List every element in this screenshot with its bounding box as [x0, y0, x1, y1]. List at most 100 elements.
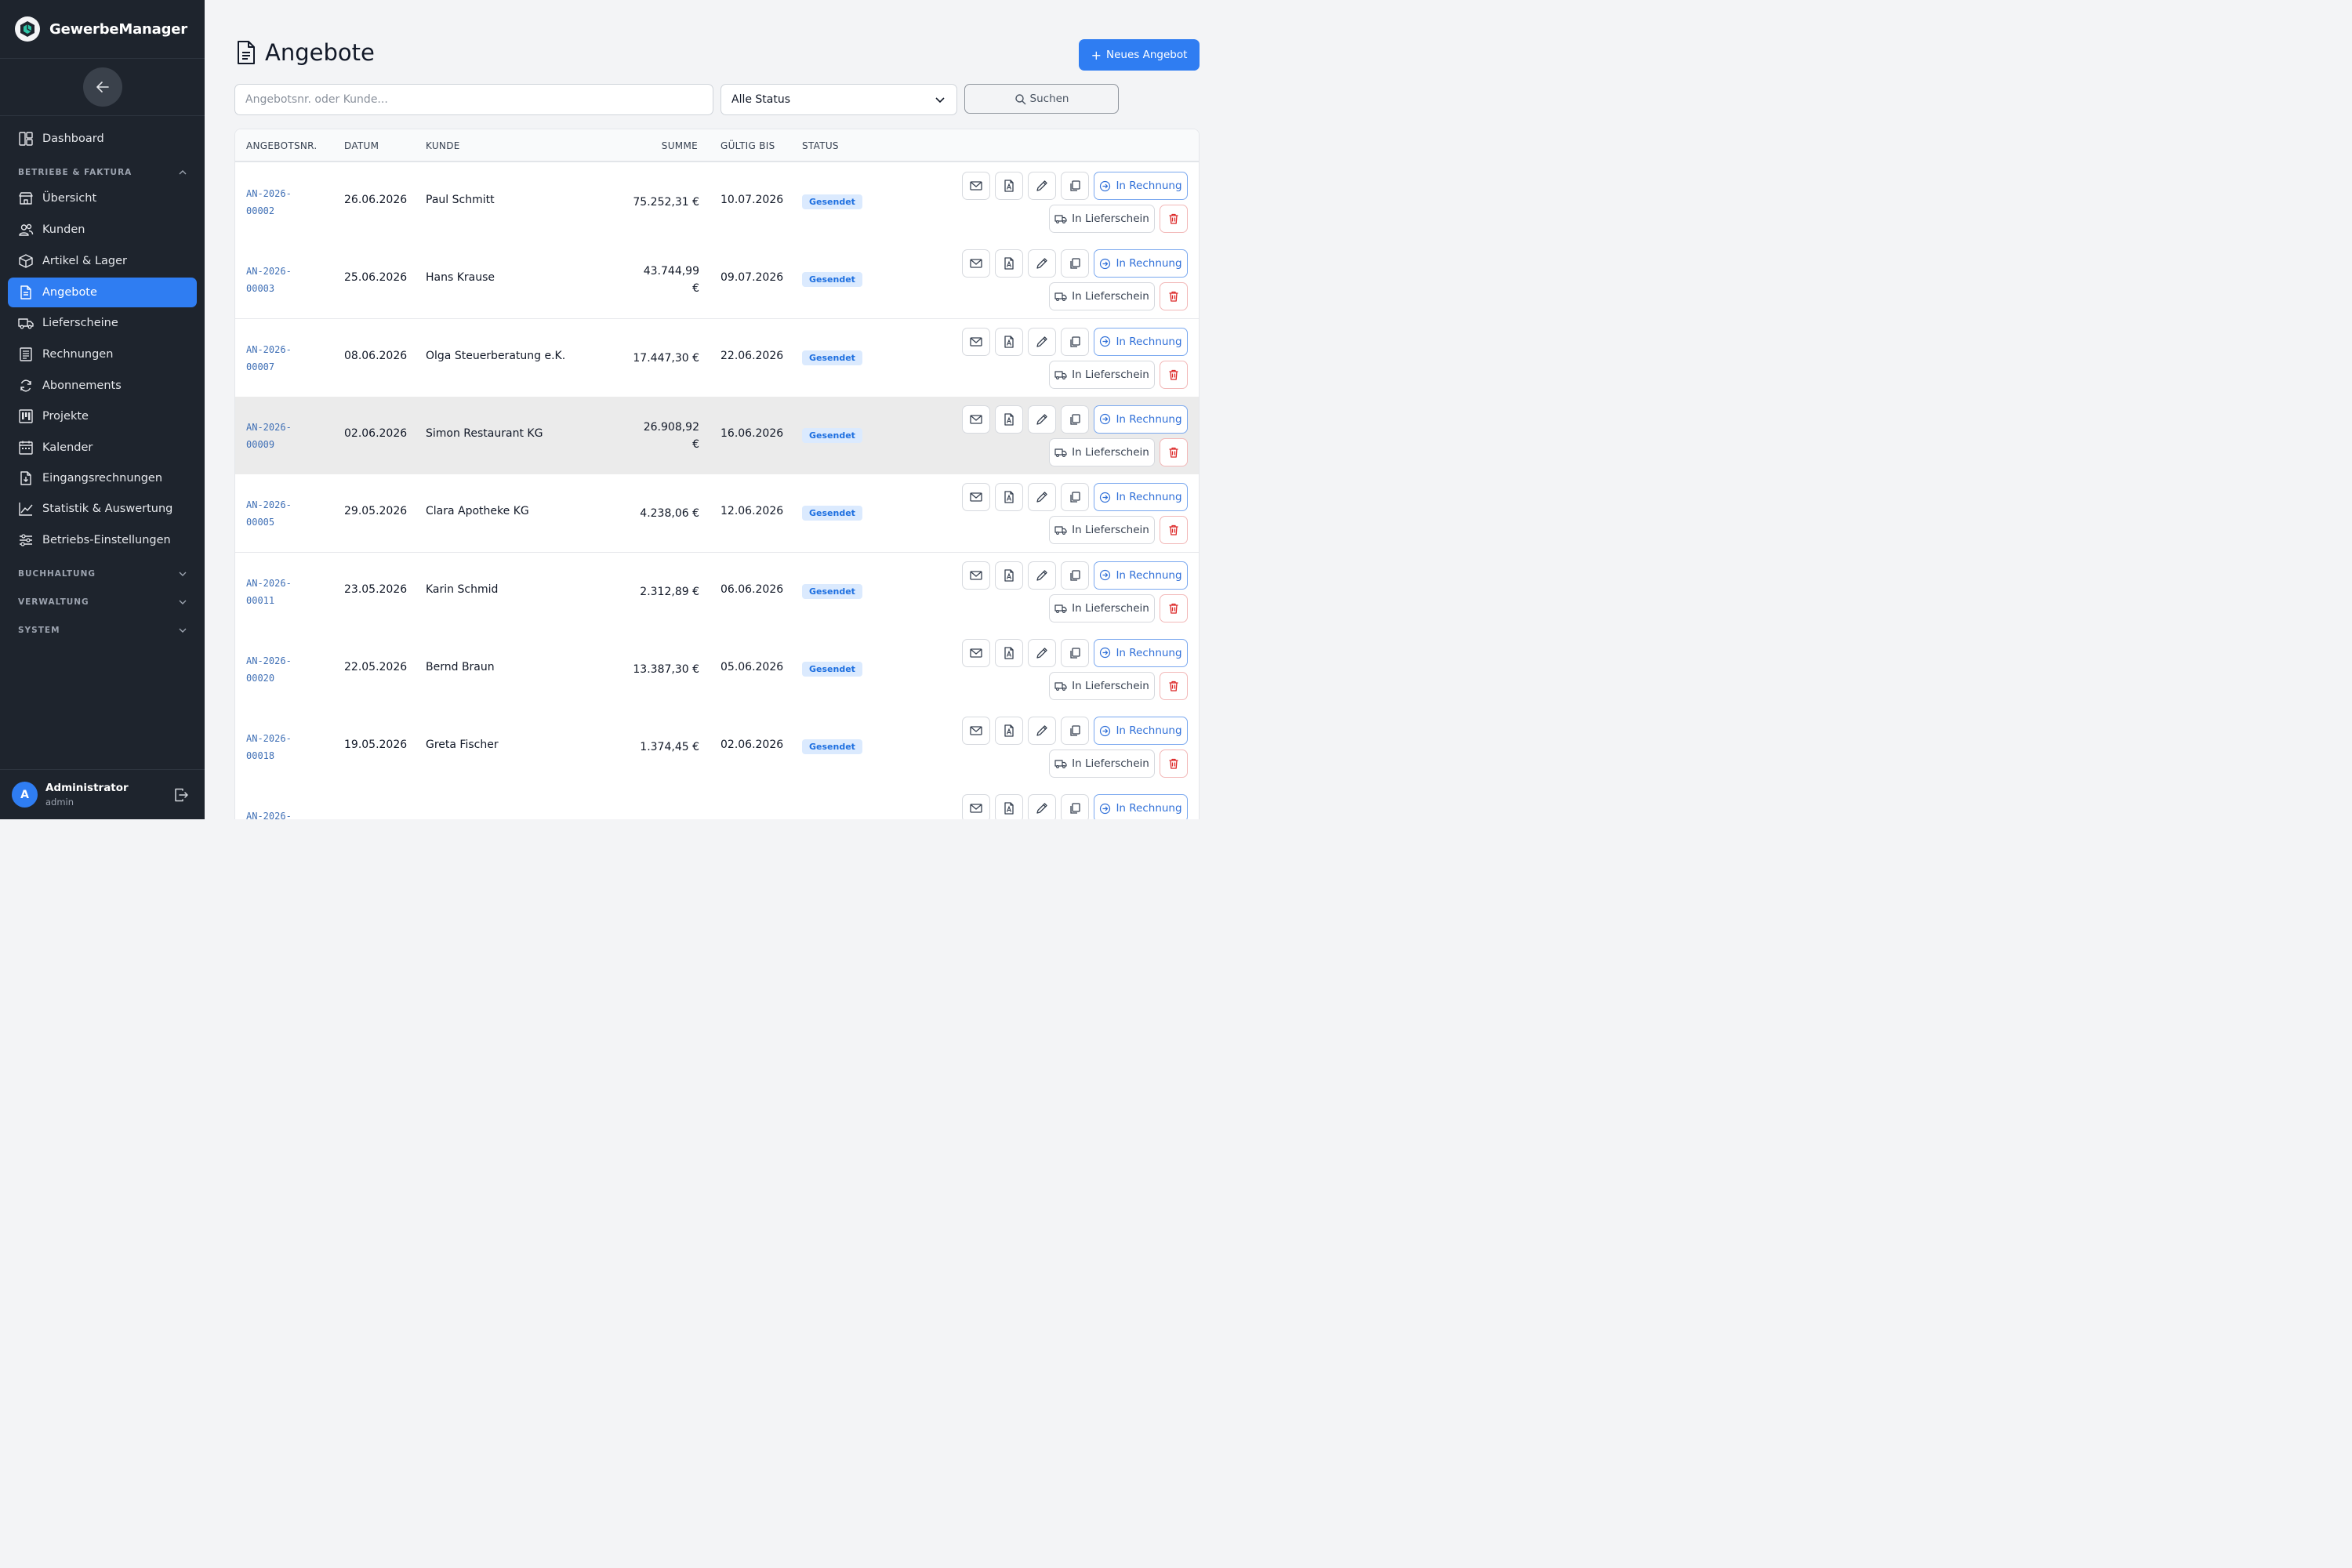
delete-button[interactable] [1160, 593, 1188, 622]
convert-to-delivery-note-button[interactable]: In Lieferschein [1049, 205, 1155, 233]
convert-to-invoice-button[interactable]: In Rechnung [1094, 249, 1188, 278]
table-row[interactable]: AN-2026- 00003 25.06.2026 Hans Krause 43.… [235, 241, 1199, 320]
duplicate-button[interactable] [1061, 405, 1089, 434]
pdf-button[interactable] [995, 172, 1023, 200]
offer-number[interactable]: AN-2026- 00018 [246, 730, 325, 764]
duplicate-button[interactable] [1061, 483, 1089, 512]
sidebar-item-dashboard[interactable]: Dashboard [8, 124, 197, 154]
column-header-angebotsnr[interactable]: ANGEBOTSNR. [246, 140, 317, 151]
sidebar-item-abonnements[interactable]: Abonnements [8, 371, 197, 401]
offer-number[interactable]: AN-2026- 00009 [246, 419, 325, 453]
convert-to-delivery-note-button[interactable]: In Lieferschein [1049, 750, 1155, 779]
sidebar-item-statistik[interactable]: Statistik & Auswertung [8, 494, 197, 524]
edit-button[interactable] [1028, 483, 1056, 512]
convert-to-invoice-button[interactable]: In Rechnung [1094, 405, 1188, 434]
send-email-button[interactable] [962, 249, 990, 278]
duplicate-button[interactable] [1061, 794, 1089, 819]
pdf-button[interactable] [995, 405, 1023, 434]
pdf-button[interactable] [995, 561, 1023, 590]
edit-button[interactable] [1028, 405, 1056, 434]
sidebar-item-uebersicht[interactable]: Übersicht [8, 183, 197, 213]
column-header-kunde[interactable]: KUNDE [426, 140, 460, 151]
delete-button[interactable] [1160, 205, 1188, 233]
edit-button[interactable] [1028, 327, 1056, 356]
duplicate-button[interactable] [1061, 638, 1089, 667]
delete-button[interactable] [1160, 360, 1188, 389]
column-header-status[interactable]: STATUS [802, 140, 839, 151]
table-row[interactable]: AN-2026- 00009 02.06.2026 Simon Restauran… [235, 396, 1199, 475]
send-email-button[interactable] [962, 172, 990, 200]
convert-to-delivery-note-button[interactable]: In Lieferschein [1049, 437, 1155, 466]
offer-number[interactable]: AN-2026- 00005 [246, 496, 325, 531]
convert-to-invoice-button[interactable]: In Rechnung [1094, 717, 1188, 746]
column-header-datum[interactable]: DATUM [344, 140, 379, 151]
pdf-button[interactable] [995, 327, 1023, 356]
avatar[interactable]: A [12, 782, 38, 808]
convert-to-delivery-note-button[interactable]: In Lieferschein [1049, 671, 1155, 700]
duplicate-button[interactable] [1061, 249, 1089, 278]
table-row[interactable]: AN-2026- 00011 23.05.2026 Karin Schmid 2.… [235, 552, 1199, 631]
table-row[interactable]: AN-2026- 00002 26.06.2026 Paul Schmitt 75… [235, 163, 1199, 241]
offer-number[interactable]: AN-2026- 00002 [246, 185, 325, 220]
sidebar-item-lieferscheine[interactable]: Lieferscheine [8, 308, 197, 338]
convert-to-delivery-note-button[interactable]: In Lieferschein [1049, 360, 1155, 389]
table-row[interactable]: AN-2026- 00007 08.06.2026 Olga Steuerbera… [235, 318, 1199, 397]
convert-to-invoice-button[interactable]: In Rechnung [1094, 561, 1188, 590]
section-verwaltung[interactable]: VERWALTUNG [18, 597, 187, 607]
sidebar-item-rechnungen[interactable]: Rechnungen [8, 339, 197, 369]
collapse-sidebar-button[interactable] [82, 67, 122, 107]
offer-number[interactable]: AN-2026- [246, 808, 325, 819]
pdf-button[interactable] [995, 249, 1023, 278]
delete-button[interactable] [1160, 750, 1188, 779]
sidebar-item-angebote[interactable]: Angebote [8, 278, 197, 307]
delete-button[interactable] [1160, 437, 1188, 466]
edit-button[interactable] [1028, 561, 1056, 590]
send-email-button[interactable] [962, 561, 990, 590]
section-buchhaltung[interactable]: BUCHHALTUNG [18, 569, 187, 579]
send-email-button[interactable] [962, 327, 990, 356]
offer-number[interactable]: AN-2026- 00020 [246, 652, 325, 687]
sidebar-item-projekte[interactable]: Projekte [8, 401, 197, 431]
table-row[interactable]: AN-2026- 00005 29.05.2026 Clara Apotheke … [235, 474, 1199, 554]
delete-button[interactable] [1160, 282, 1188, 311]
send-email-button[interactable] [962, 405, 990, 434]
pdf-button[interactable] [995, 794, 1023, 819]
search-input[interactable] [234, 84, 713, 115]
edit-button[interactable] [1028, 172, 1056, 200]
sidebar-item-eingangsrechnungen[interactable]: Eingangsrechnungen [8, 463, 197, 493]
convert-to-invoice-button[interactable]: In Rechnung [1094, 327, 1188, 356]
send-email-button[interactable] [962, 717, 990, 746]
edit-button[interactable] [1028, 638, 1056, 667]
logout-button[interactable] [173, 787, 189, 803]
convert-to-delivery-note-button[interactable]: In Lieferschein [1049, 516, 1155, 545]
column-header-summe[interactable]: SUMME [662, 140, 698, 151]
convert-to-delivery-note-button[interactable]: In Lieferschein [1049, 593, 1155, 622]
convert-to-delivery-note-button[interactable]: In Lieferschein [1049, 282, 1155, 311]
sidebar-item-betriebs-einstellungen[interactable]: Betriebs-Einstellungen [8, 525, 197, 555]
edit-button[interactable] [1028, 794, 1056, 819]
pdf-button[interactable] [995, 483, 1023, 512]
duplicate-button[interactable] [1061, 717, 1089, 746]
convert-to-invoice-button[interactable]: In Rechnung [1094, 483, 1188, 512]
sidebar-item-kalender[interactable]: Kalender [8, 433, 197, 463]
offer-number[interactable]: AN-2026- 00007 [246, 341, 325, 376]
convert-to-invoice-button[interactable]: In Rechnung [1094, 794, 1188, 819]
new-offer-button[interactable]: + Neues Angebot [1079, 39, 1200, 71]
section-betriebe-faktura[interactable]: BETRIEBE & FAKTURA [18, 168, 187, 177]
pdf-button[interactable] [995, 638, 1023, 667]
table-row[interactable]: AN-2026- In Rechnung In Lieferschein [235, 786, 1199, 819]
duplicate-button[interactable] [1061, 327, 1089, 356]
table-row[interactable]: AN-2026- 00020 22.05.2026 Bernd Braun 13.… [235, 630, 1199, 709]
table-row[interactable]: AN-2026- 00018 19.05.2026 Greta Fischer 1… [235, 708, 1199, 787]
search-button[interactable]: Suchen [964, 84, 1119, 114]
convert-to-invoice-button[interactable]: In Rechnung [1094, 638, 1188, 667]
edit-button[interactable] [1028, 717, 1056, 746]
edit-button[interactable] [1028, 249, 1056, 278]
status-filter-select[interactable]: Alle Status [720, 84, 957, 115]
sidebar-item-artikel-lager[interactable]: Artikel & Lager [8, 246, 197, 276]
delete-button[interactable] [1160, 671, 1188, 700]
duplicate-button[interactable] [1061, 561, 1089, 590]
column-header-gueltig-bis[interactable]: GÜLTIG BIS [720, 140, 775, 151]
pdf-button[interactable] [995, 717, 1023, 746]
send-email-button[interactable] [962, 638, 990, 667]
